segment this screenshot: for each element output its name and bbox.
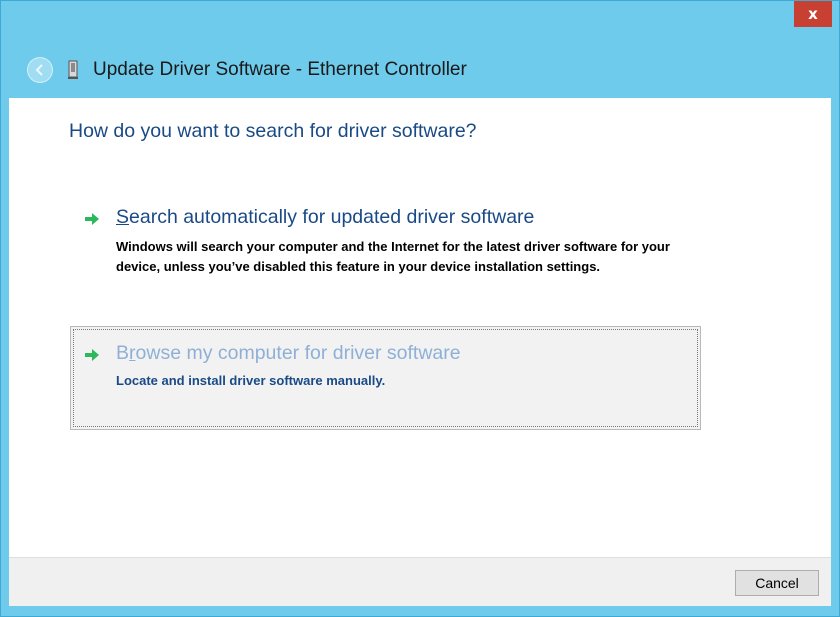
- wizard-header: Update Driver Software - Ethernet Contro…: [9, 51, 831, 89]
- back-arrow-icon: [35, 64, 43, 76]
- option-title-text: earch automatically for updated driver s…: [129, 206, 535, 228]
- option-accelerator: S: [116, 206, 130, 228]
- option-description: Locate and install driver software manua…: [116, 373, 386, 388]
- wizard-window: x Update Driver Software - Ethernet Cont…: [0, 0, 840, 617]
- wizard-footer: Cancel: [9, 557, 831, 606]
- option-title: Browse my computer for driver software: [116, 342, 461, 365]
- close-icon: x: [808, 5, 818, 23]
- browse-computer-option[interactable]: Browse my computer for driver software L…: [70, 326, 701, 430]
- option-title-prefix: B: [116, 342, 130, 364]
- back-button[interactable]: [27, 57, 53, 83]
- network-adapter-icon: [68, 60, 78, 79]
- wizard-content: How do you want to search for driver sof…: [9, 98, 831, 606]
- title-bar[interactable]: x: [1, 1, 839, 49]
- option-title: Search automatically for updated driver …: [116, 206, 534, 229]
- cancel-button[interactable]: Cancel: [735, 570, 819, 596]
- page-prompt: How do you want to search for driver sof…: [69, 120, 477, 142]
- wizard-title: Update Driver Software - Ethernet Contro…: [93, 59, 467, 80]
- green-arrow-icon: [85, 349, 99, 361]
- green-arrow-icon: [85, 213, 99, 225]
- close-button[interactable]: x: [794, 1, 832, 27]
- option-description: Windows will search your computer and th…: [116, 239, 670, 274]
- option-title-text: owse my computer for driver software: [135, 342, 461, 364]
- search-automatically-option[interactable]: Search automatically for updated driver …: [70, 201, 700, 297]
